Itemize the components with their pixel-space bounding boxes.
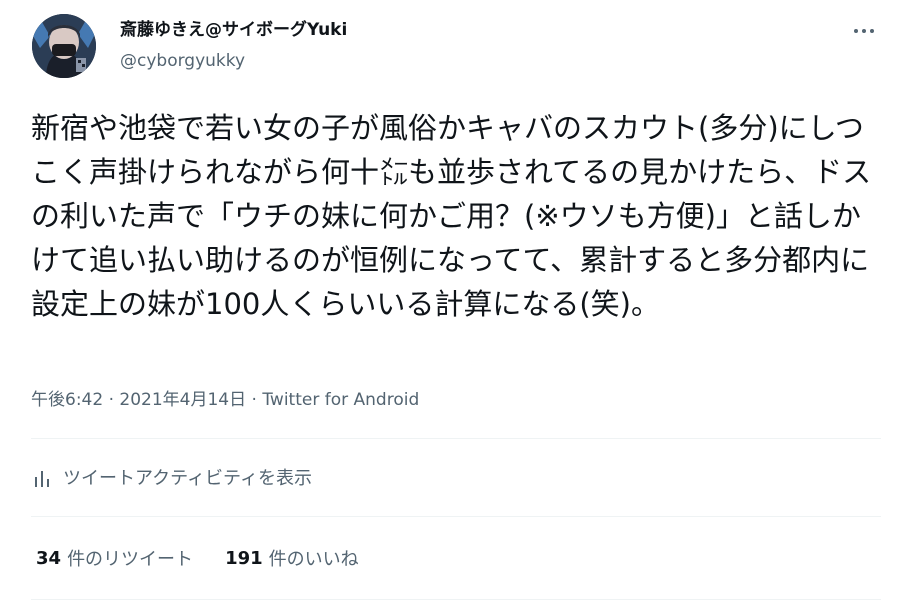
view-tweet-activity-label: ツイートアクティビティを表示 xyxy=(63,468,312,489)
more-options-button[interactable] xyxy=(846,16,882,46)
more-horizontal-icon-dot xyxy=(862,29,866,33)
divider xyxy=(31,438,881,439)
tweet-meta: 午後6:42 · 2021年4月14日 · Twitter for Androi… xyxy=(31,389,419,411)
tweet-text: 新宿や池袋で若い女の子が風俗かキャバのスカウト(多分)にしつこく声掛けられながら… xyxy=(31,111,872,321)
tweet-time[interactable]: 午後6:42 xyxy=(31,390,103,410)
divider xyxy=(31,516,881,517)
more-horizontal-icon-dot xyxy=(870,29,874,33)
like-count: 191 xyxy=(225,547,263,569)
divider xyxy=(31,599,881,600)
retweet-count: 34 xyxy=(36,547,62,569)
like-label: 件のいいね xyxy=(268,549,359,570)
user-handle[interactable]: @cyborgyukky xyxy=(120,50,245,72)
retweet-label: 件のリツイート xyxy=(67,549,194,570)
bar-chart-icon xyxy=(31,466,53,488)
avatar[interactable] xyxy=(32,14,96,78)
avatar-image xyxy=(32,14,96,78)
retweets-stat[interactable]: 34 件のリツイート xyxy=(36,545,193,571)
meta-separator: · xyxy=(251,390,257,410)
tweet-source-link[interactable]: Twitter for Android xyxy=(262,390,419,410)
display-name[interactable]: 斎藤ゆきえ@サイボーグYuki xyxy=(120,19,347,41)
more-horizontal-icon xyxy=(854,29,858,33)
view-tweet-activity-button[interactable]: ツイートアクティビティを表示 xyxy=(31,462,312,492)
meta-separator: · xyxy=(108,390,114,410)
tweet-detail: 斎藤ゆきえ@サイボーグYuki @cyborgyukky 新宿や池袋で若い女の子… xyxy=(0,0,904,604)
tweet-stats: 34 件のリツイート 191 件のいいね xyxy=(36,545,391,571)
likes-stat[interactable]: 191 件のいいね xyxy=(225,545,359,571)
tweet-date[interactable]: 2021年4月14日 xyxy=(119,390,246,410)
